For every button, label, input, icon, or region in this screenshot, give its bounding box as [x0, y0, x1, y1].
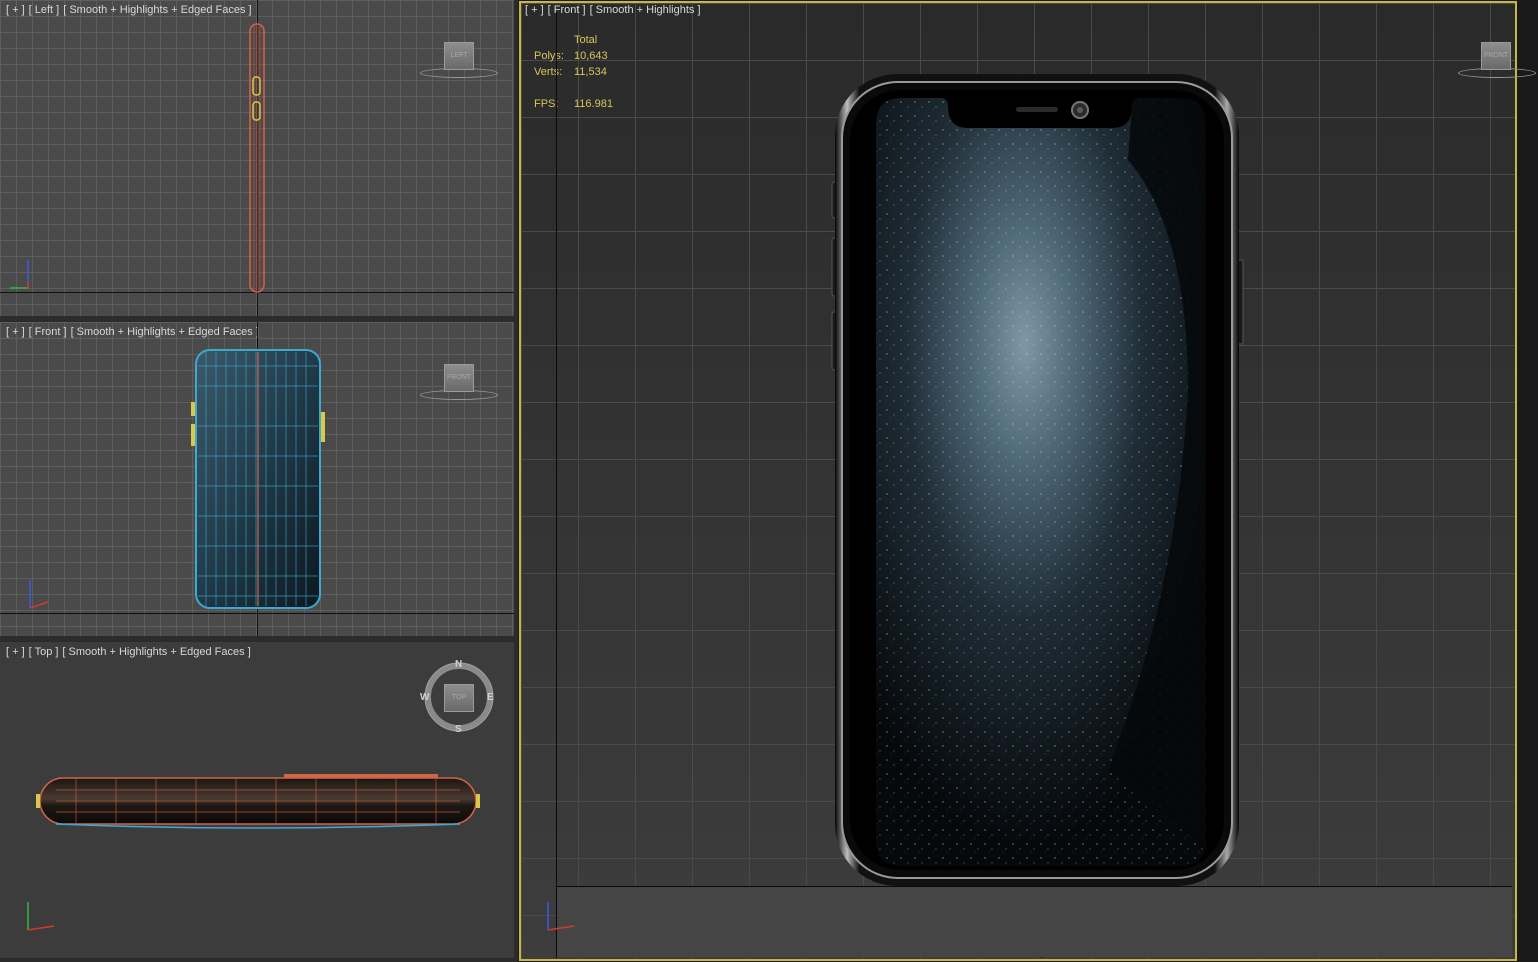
- compass-west[interactable]: W: [420, 692, 429, 703]
- fps-value: 116.981: [574, 98, 613, 110]
- viewport-label[interactable]: [ + ] [ Front ] [ Smooth + Highlights ]: [525, 4, 705, 16]
- verts-label: Verts:: [534, 66, 563, 78]
- viewport-label[interactable]: [ + ] [ Left ][ Smooth + Highlights + Edg…: [6, 4, 256, 16]
- stats-header: Total: [574, 34, 598, 46]
- viewport-shading-menu[interactable]: [ Smooth + Highlights + Edged Faces ]: [63, 4, 251, 16]
- phone-render[interactable]: [828, 70, 1248, 890]
- verts-value: 11,534: [574, 66, 607, 78]
- axis-tripod-icon: [27, 902, 54, 931]
- viewport-left[interactable]: [ + ] [ Left ][ Smooth + Highlights + Edg…: [0, 0, 514, 316]
- viewport-menu-plus[interactable]: [ + ]: [6, 4, 25, 16]
- phone-front-wireframe[interactable]: [188, 346, 328, 612]
- polys-label: Polys:: [534, 50, 564, 62]
- viewport-view-menu[interactable]: [ Front ]: [548, 4, 586, 16]
- viewport-label[interactable]: [ + ] [ Top ][ Smooth + Highlights + Edge…: [6, 646, 255, 658]
- polys-value: 10,643: [574, 50, 608, 62]
- compass-south[interactable]: S: [455, 724, 462, 735]
- axis-tripod-icon: [547, 902, 575, 931]
- viewport-shading-menu[interactable]: [ Smooth + Highlights + Edged Faces ]: [71, 326, 259, 338]
- compass-north[interactable]: N: [455, 659, 462, 670]
- compass-east[interactable]: E: [487, 692, 494, 703]
- viewport-shading-menu[interactable]: [ Smooth + Highlights ]: [590, 4, 701, 16]
- viewport-top[interactable]: [ + ] [ Top ][ Smooth + Highlights + Edge…: [0, 642, 514, 958]
- lower-ground-shade: [557, 887, 1512, 957]
- viewport-front-main[interactable]: [ + ] [ Front ] [ Smooth + Highlights ] To…: [518, 0, 1538, 962]
- viewport-front-small[interactable]: [ + ] [ Front ] [ Smooth + Highlights + Ed…: [0, 322, 514, 636]
- viewcube[interactable]: FRONT: [1481, 42, 1511, 70]
- viewport-menu-plus[interactable]: [ + ]: [6, 326, 25, 338]
- phone-top-wireframe[interactable]: [36, 772, 482, 834]
- viewport-view-menu[interactable]: [ Left ]: [29, 4, 60, 16]
- world-axis-vertical: [556, 12, 557, 958]
- viewport-menu-plus[interactable]: [ + ]: [6, 646, 25, 658]
- viewport-view-menu[interactable]: [ Front ]: [29, 326, 67, 338]
- viewcube[interactable]: TOP: [444, 684, 474, 712]
- viewport-label[interactable]: [ + ] [ Front ] [ Smooth + Highlights + Ed…: [6, 326, 263, 338]
- statistics-overlay: Total Polys: 10,643 Verts: 11,534 FPS: 116.…: [534, 32, 613, 112]
- viewport-menu-plus[interactable]: [ + ]: [525, 4, 544, 16]
- viewport-view-menu[interactable]: [ Top ]: [29, 646, 59, 658]
- fps-label: FPS:: [534, 98, 559, 110]
- axis-tripod-icon: [10, 260, 29, 289]
- phone-side-wireframe[interactable]: [244, 22, 270, 296]
- viewcube[interactable]: LEFT: [444, 42, 474, 70]
- viewport-shading-menu[interactable]: [ Smooth + Highlights + Edged Faces ]: [62, 646, 250, 658]
- axis-tripod-icon: [29, 580, 48, 609]
- viewcube[interactable]: FRONT: [444, 364, 474, 392]
